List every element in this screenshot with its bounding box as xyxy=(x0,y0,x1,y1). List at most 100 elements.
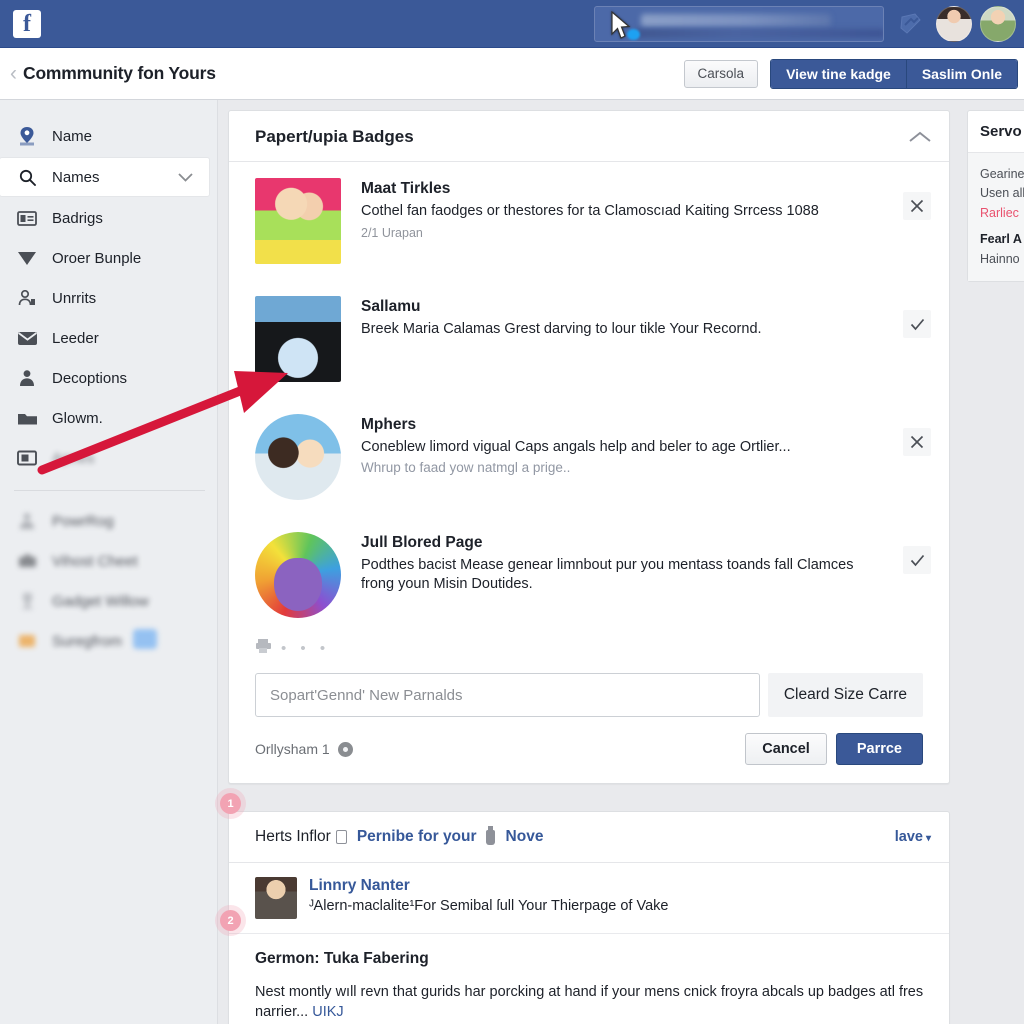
sidebar-item-label: Vihost Cheet xyxy=(52,552,138,570)
page-header-bar: ‹ Commmunity fon Yours Carsola View tine… xyxy=(0,48,1024,100)
globe-icon xyxy=(337,741,353,757)
folder-icon xyxy=(14,407,40,429)
mail-icon xyxy=(14,327,40,349)
sidebar-item-powrrog[interactable]: PowrRog xyxy=(0,501,217,541)
cancel-button[interactable]: Carsola xyxy=(683,59,759,88)
step-badge-1: 1 xyxy=(220,793,241,814)
sidebar-item-oroer-bunple[interactable]: Oroer Bunple xyxy=(0,238,217,278)
chevron-down-icon[interactable] xyxy=(178,169,193,186)
swatch-icon xyxy=(14,630,40,652)
submit-online-button[interactable]: Saslim Onle xyxy=(905,59,1017,88)
post-author[interactable]: Linnry Nanter xyxy=(309,877,668,895)
submit-button[interactable]: Parrce xyxy=(835,733,923,765)
messenger-icon[interactable] xyxy=(896,9,926,39)
sidebar-item-decoptions[interactable]: Decoptions xyxy=(0,358,217,398)
badge-row[interactable]: Mphers Coneblew limord vigual Caps angal… xyxy=(229,398,949,516)
sidebar-item-label: Name xyxy=(52,127,93,145)
sidebar-item-apnes[interactable]: Apnes xyxy=(0,438,217,478)
badge-thumbnail xyxy=(255,296,341,382)
feed-card: Herts Inflor Pernibe for your Nove lave ▾… xyxy=(228,811,950,1024)
privacy-selector[interactable]: Orllysham 1 xyxy=(255,741,353,757)
left-sidebar: Name Names Badrigs Oroer Bunple Unrrits … xyxy=(0,100,218,1024)
sidebar-search-value: Names xyxy=(52,168,100,186)
feed-section-body: Nest montly wıll revn that gurids har po… xyxy=(255,982,931,1023)
badge-description: Cothel fan faodges or thestores for ta C… xyxy=(361,203,819,219)
diamond-icon xyxy=(14,247,40,269)
sidebar-item-label: Leeder xyxy=(52,329,99,347)
person-icon xyxy=(14,367,40,389)
back-chevron-icon[interactable]: ‹ xyxy=(10,63,17,84)
chevron-up-icon[interactable] xyxy=(909,128,931,147)
feed-head-link[interactable]: Pernibe for your xyxy=(357,828,477,846)
cancel-button[interactable]: Cancel xyxy=(745,733,827,765)
close-icon[interactable] xyxy=(903,428,931,456)
feed-card-header: Herts Inflor Pernibe for your Nove lave ▾ xyxy=(229,812,949,863)
sidebar-item-vihost-cheet[interactable]: Vihost Cheet xyxy=(0,541,217,581)
bottle-icon xyxy=(485,825,495,845)
badge-chip-icon xyxy=(132,628,158,654)
badge-hint: Whrup to faad yow natmgl a prige.. xyxy=(361,459,571,475)
feed-section: Germon: Tuka Fabering Nest montly wıll r… xyxy=(229,934,949,1024)
badges-card-footer: Orllysham 1 Cancel Parrce xyxy=(229,717,949,783)
post-body: Linnry Nanter ᴶAlern-maclalite¹For Semib… xyxy=(309,877,668,919)
badge-body: Jull Blored Page Podthes bacist Mease ge… xyxy=(361,532,887,593)
avatar[interactable] xyxy=(936,5,972,42)
rail-line-4: Fearl A xyxy=(980,232,1022,247)
sidebar-item-suregfrom[interactable]: Suregfrom xyxy=(0,621,217,661)
sidebar-item-badrigs[interactable]: Badrigs xyxy=(0,198,217,238)
rail-line-3: Rarliec xyxy=(980,205,1019,220)
search-suggestion-blurred xyxy=(635,28,883,38)
badge-row[interactable]: Maat Tirkles Cothel fan faodges or thest… xyxy=(229,162,949,280)
compose-input[interactable]: Sopart'Gennd' New Parnalds xyxy=(255,673,760,717)
privacy-label: Orllysham 1 xyxy=(255,741,330,757)
page-icon xyxy=(14,447,40,469)
rail-body: Gearine Usen all Rarliec Fearl A Hainno xyxy=(968,153,1024,281)
badge-row[interactable]: Jull Blored Page Podthes bacist Mease ge… xyxy=(229,516,949,634)
feed-section-text: Nest montly wıll revn that gurids har po… xyxy=(255,984,924,1021)
document-icon xyxy=(335,830,347,844)
check-icon[interactable] xyxy=(903,546,931,574)
sidebar-item-label: Badrigs xyxy=(52,209,103,227)
caret-down-icon: ▾ xyxy=(925,833,931,844)
pin-icon xyxy=(14,125,40,147)
avatar[interactable] xyxy=(980,5,1016,42)
post-text: ᴶAlern-maclalite¹For Semibal ſull Your T… xyxy=(309,898,669,914)
rail-line-5: Hainno xyxy=(980,251,1020,266)
person-icon xyxy=(14,510,40,532)
close-icon[interactable] xyxy=(903,192,931,220)
global-search-input[interactable] xyxy=(594,5,884,42)
sidebar-item-name[interactable]: Name xyxy=(0,116,217,156)
facebook-logo-icon[interactable]: f xyxy=(13,9,41,38)
sidebar-item-label: Oroer Bunple xyxy=(52,249,142,267)
badge-thumbnail xyxy=(255,178,341,264)
sort-dropdown[interactable]: lave ▾ xyxy=(895,829,931,845)
sidebar-item-glowm[interactable]: Glowm. xyxy=(0,398,217,438)
top-navigation-bar: f xyxy=(0,0,1024,48)
page-title: Commmunity fon Yours xyxy=(23,63,216,83)
bag-icon xyxy=(14,550,40,572)
view-badge-button[interactable]: View tine kadge xyxy=(771,59,906,88)
sort-label: lave xyxy=(894,829,923,845)
header-action-group: View tine kadge Saslim Onle xyxy=(770,58,1018,89)
feed-head-prefix: Herts Inflor xyxy=(255,828,331,845)
sidebar-search-field[interactable]: Names xyxy=(0,158,209,196)
sidebar-item-label: Gadget Willow xyxy=(52,592,149,610)
more-dots-label: • • • xyxy=(281,640,331,657)
card-icon xyxy=(14,207,40,229)
badge-name: Mphers xyxy=(361,416,417,433)
check-icon[interactable] xyxy=(903,310,931,338)
feed-head-suffix[interactable]: Nove xyxy=(506,828,544,846)
feed-post[interactable]: Linnry Nanter ᴶAlern-maclalite¹For Semib… xyxy=(229,863,949,934)
clear-size-button[interactable]: Cleard Size Carre xyxy=(767,673,923,717)
badge-row[interactable]: Sallamu Breek Maria Calamas Grest darvin… xyxy=(229,280,949,398)
badge-thumbnail xyxy=(255,532,341,618)
screen-root: f ‹ Commmunity fon Yours Carsola View ti… xyxy=(0,0,1024,1024)
feed-section-link[interactable]: UIKJ xyxy=(312,1004,343,1020)
sidebar-item-gadget-willow[interactable]: Gadget Willow xyxy=(0,581,217,621)
footer-actions: Cancel Parrce xyxy=(745,733,923,765)
sidebar-item-unrrits[interactable]: Unrrits xyxy=(0,278,217,318)
badges-more-row[interactable]: • • • xyxy=(229,634,949,673)
sidebar-item-leeder[interactable]: Leeder xyxy=(0,318,217,358)
sidebar-item-label: PowrRog xyxy=(52,512,114,530)
badges-card-title: Papert/upia Badges xyxy=(255,127,414,146)
